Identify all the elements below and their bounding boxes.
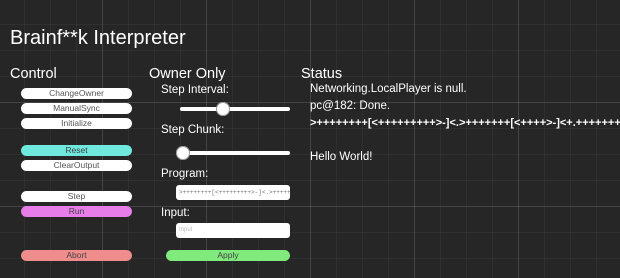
abort-button[interactable]: Abort [21,250,132,261]
status-message: Networking.LocalPlayer is null. [310,83,467,95]
run-button[interactable]: Run [21,206,132,217]
slider-track [180,107,290,111]
reset-button[interactable]: Reset [21,145,132,156]
step-chunk-label: Step Chunk: [161,124,225,136]
status-output: Hello World! [310,151,373,163]
status-program: >++++++++[<+++++++++>-]<.>+++++++[<++++>… [310,117,620,129]
step-chunk-slider[interactable] [176,146,290,160]
input-field[interactable]: Input [176,223,290,238]
input-label: Input: [161,207,190,219]
status-heading: Status [301,66,343,82]
program-input[interactable]: >++++++++[<+++++++++>-]<.>+++++++[<++++>… [176,185,290,200]
slider-track [180,151,290,155]
clear-output-button[interactable]: ClearOutput [21,160,132,171]
owner-only-heading: Owner Only [149,66,226,82]
control-heading: Control [10,66,57,82]
initialize-button[interactable]: Initialize [21,118,132,129]
slider-thumb[interactable] [216,102,230,116]
slider-thumb[interactable] [176,146,190,160]
step-interval-label: Step Interval: [161,84,229,96]
step-button[interactable]: Step [21,191,132,202]
app-title: Brainf**k Interpreter [10,27,186,49]
apply-button[interactable]: Apply [166,250,290,261]
step-interval-slider[interactable] [176,102,290,116]
program-label: Program: [161,168,209,180]
status-pc: pc@182: Done. [310,100,391,112]
manual-sync-button[interactable]: ManualSync [21,103,132,114]
change-owner-button[interactable]: ChangeOwner [21,88,132,99]
